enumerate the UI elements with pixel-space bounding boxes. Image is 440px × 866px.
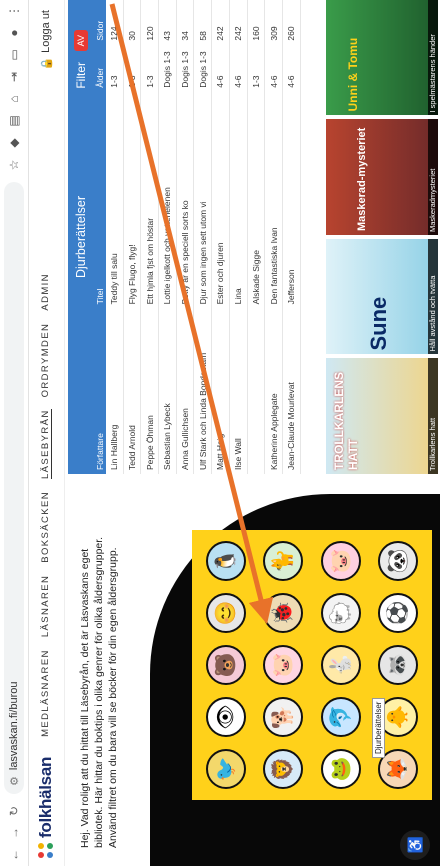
annotation-arrow-line [109,3,274,625]
page-rotated: ← → ↻ ⚙ lasvaskan.fi/burou ☆ ◆ ▤ ⌂ ⇥ ▭ ●… [0,0,440,866]
annotation-arrow [109,3,274,625]
